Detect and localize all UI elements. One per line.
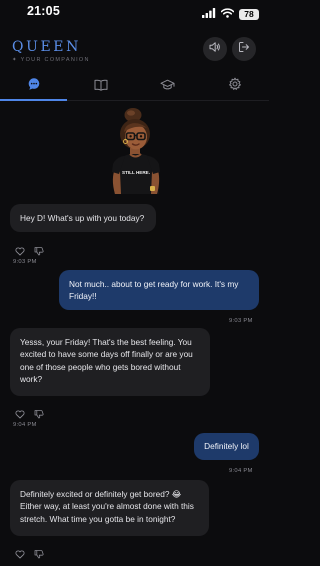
wifi-icon: [220, 5, 235, 23]
message-timestamp: 9:03 PM: [229, 318, 253, 324]
tab-learn[interactable]: [134, 73, 201, 100]
brand: QUEEN ✦ YOUR COMPANION: [12, 39, 90, 63]
chat-screen: 21:05 78 QUEEN ✦ YOUR COMPANION STILL HE…: [0, 0, 269, 566]
message-text: Not much.. about to get ready for work. …: [69, 279, 239, 302]
tab-journal[interactable]: [67, 73, 134, 100]
tab-chat[interactable]: [0, 73, 67, 100]
message-timestamp: 9:03 PM: [13, 259, 37, 265]
ai-message: Definitely excited or definitely get bor…: [10, 480, 209, 536]
app-subtitle: ✦ YOUR COMPANION: [12, 57, 90, 63]
ai-message: Hey D! What's up with you today?: [10, 204, 156, 232]
heart-icon[interactable]: [15, 546, 25, 564]
companion-avatar: STILL HERE.: [104, 108, 168, 196]
message-timestamp: 9:04 PM: [13, 422, 37, 428]
message-text: Hey D! What's up with you today?: [20, 213, 145, 223]
graduation-cap-icon: [160, 78, 175, 96]
logout-icon: [238, 40, 250, 58]
sound-button[interactable]: [203, 37, 227, 61]
user-message: Not much.. about to get ready for work. …: [59, 270, 259, 310]
active-tab-indicator: [0, 99, 67, 101]
message-text: Yesss, your Friday! That's the best feel…: [20, 337, 193, 385]
logout-button[interactable]: [232, 37, 256, 61]
user-message: Definitely lol: [194, 433, 259, 460]
status-time: 21:05: [27, 4, 60, 18]
thumbs-down-icon[interactable]: [34, 546, 44, 564]
message-timestamp: 9:04 PM: [229, 468, 253, 474]
status-icons: 78: [202, 5, 259, 23]
app-header: QUEEN ✦ YOUR COMPANION: [0, 33, 269, 69]
signal-icon: [202, 5, 216, 23]
message-text: Definitely lol: [204, 441, 249, 451]
status-bar: 21:05 78: [0, 0, 269, 22]
speaker-icon: [209, 40, 221, 58]
gear-icon: [228, 77, 242, 96]
tab-settings[interactable]: [201, 73, 268, 100]
book-icon: [94, 78, 108, 96]
message-reactions: [15, 546, 44, 564]
tab-bar: [0, 73, 269, 101]
chat-bubble-icon: [27, 77, 41, 96]
battery-icon: 78: [239, 8, 259, 20]
ai-message: Yesss, your Friday! That's the best feel…: [10, 328, 210, 396]
app-title: QUEEN: [12, 39, 81, 55]
message-text: Definitely excited or definitely get bor…: [20, 489, 194, 524]
shirt-text: STILL HERE.: [122, 170, 150, 175]
